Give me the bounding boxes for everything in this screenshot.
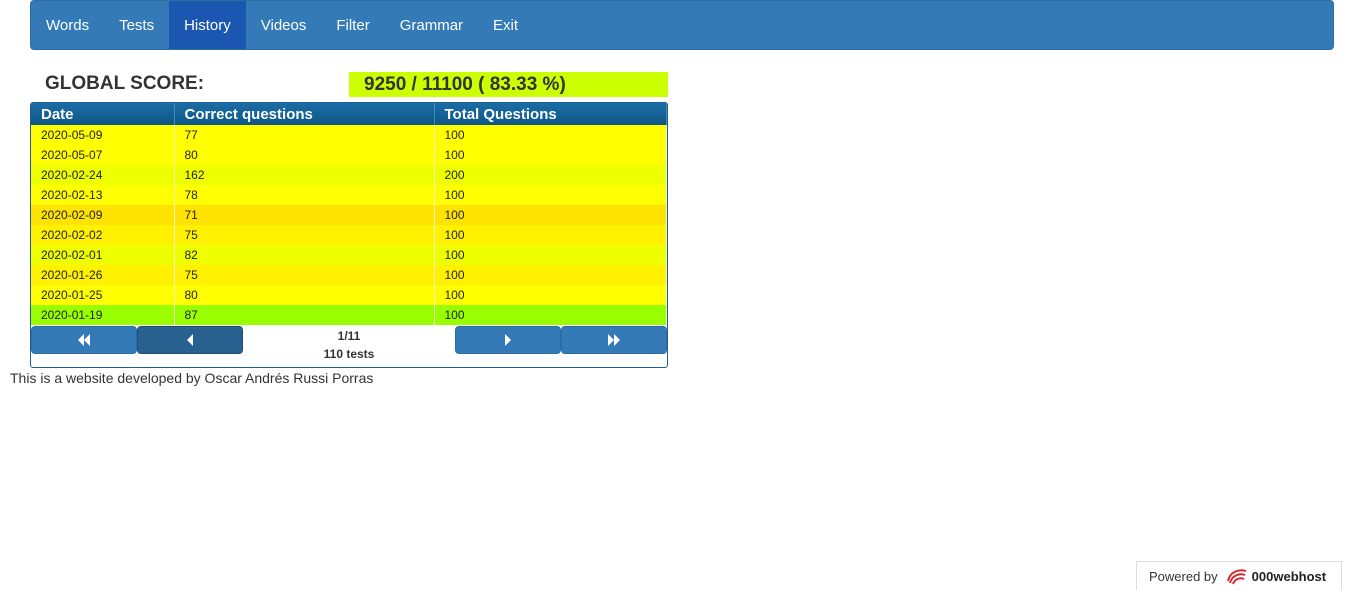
column-header-total[interactable]: Total Questions [434, 103, 667, 125]
cell-date: 2020-01-19 [31, 305, 175, 325]
page-indicator: 1/11 [337, 329, 361, 343]
cell-correct: 71 [174, 205, 435, 225]
test-count: 110 tests [323, 347, 375, 361]
cell-total: 100 [434, 305, 667, 325]
prev-page-button[interactable] [137, 326, 243, 354]
cell-total: 100 [434, 285, 667, 305]
nav-item-history[interactable]: History [169, 1, 246, 49]
cell-correct: 80 [174, 285, 435, 305]
table-row[interactable]: 2020-01-25 80 100 [31, 285, 667, 305]
history-grid: Date Correct questions Total Questions 2… [30, 102, 668, 368]
nav-item-words[interactable]: Words [31, 1, 104, 49]
table-row[interactable]: 2020-05-09 77 100 [31, 125, 667, 145]
cell-date: 2020-05-09 [31, 125, 175, 145]
table-row[interactable]: 2020-02-01 82 100 [31, 245, 667, 265]
column-header-date[interactable]: Date [31, 103, 175, 125]
next-page-button[interactable] [455, 326, 561, 354]
cell-correct: 78 [174, 185, 435, 205]
cell-correct: 75 [174, 225, 435, 245]
cell-correct: 87 [174, 305, 435, 325]
powered-by-prefix: Powered by [1149, 568, 1218, 584]
cell-date: 2020-02-24 [31, 165, 175, 185]
table-row[interactable]: 2020-01-26 75 100 [31, 265, 667, 285]
cell-total: 200 [434, 165, 667, 185]
nav-item-grammar[interactable]: Grammar [385, 1, 478, 49]
cell-total: 100 [434, 125, 667, 145]
pager: 1/11 110 tests [31, 325, 667, 367]
cell-date: 2020-02-01 [31, 245, 175, 265]
cell-date: 2020-02-02 [31, 225, 175, 245]
cell-correct: 77 [174, 125, 435, 145]
table-row[interactable]: 2020-02-09 71 100 [31, 205, 667, 225]
table-row[interactable]: 2020-01-19 87 100 [31, 305, 667, 325]
cell-correct: 80 [174, 145, 435, 165]
table-row[interactable]: 2020-02-24 162 200 [31, 165, 667, 185]
cell-total: 100 [434, 245, 667, 265]
cell-correct: 162 [174, 165, 435, 185]
cell-date: 2020-01-25 [31, 285, 175, 305]
column-header-correct[interactable]: Correct questions [174, 103, 435, 125]
table-row[interactable]: 2020-02-13 78 100 [31, 185, 667, 205]
navbar: Words Tests History Videos Filter Gramma… [30, 0, 1334, 50]
double-chevron-left-icon [78, 334, 90, 346]
nav-item-exit[interactable]: Exit [478, 1, 533, 49]
cell-total: 100 [434, 145, 667, 165]
cell-date: 2020-05-07 [31, 145, 175, 165]
table-row[interactable]: 2020-02-02 75 100 [31, 225, 667, 245]
first-page-button[interactable] [31, 326, 137, 354]
cell-total: 100 [434, 185, 667, 205]
cell-correct: 82 [174, 245, 435, 265]
nav-item-videos[interactable]: Videos [246, 1, 322, 49]
nav-item-tests[interactable]: Tests [104, 1, 169, 49]
nav-item-filter[interactable]: Filter [321, 1, 384, 49]
chevron-left-icon [187, 334, 193, 346]
history-table: Date Correct questions Total Questions 2… [31, 103, 667, 325]
table-row[interactable]: 2020-05-07 80 100 [31, 145, 667, 165]
powered-by-badge[interactable]: Powered by 000webhost [1136, 561, 1342, 590]
table-header-row: Date Correct questions Total Questions [31, 103, 667, 125]
cell-total: 100 [434, 205, 667, 225]
cell-correct: 75 [174, 265, 435, 285]
cell-date: 2020-02-13 [31, 185, 175, 205]
cell-total: 100 [434, 265, 667, 285]
footer-credit: This is a website developed by Oscar And… [10, 370, 374, 386]
double-chevron-right-icon [608, 334, 620, 346]
cell-total: 100 [434, 225, 667, 245]
cell-date: 2020-01-26 [31, 265, 175, 285]
pager-info: 1/11 110 tests [243, 327, 455, 363]
cell-date: 2020-02-09 [31, 205, 175, 225]
global-score-value: 9250 / 11100 ( 83.33 %) [349, 72, 668, 97]
last-page-button[interactable] [561, 326, 667, 354]
chevron-right-icon [505, 334, 511, 346]
powered-by-brand: 000webhost [1251, 568, 1327, 584]
webhost-logo-icon [1226, 569, 1246, 585]
global-score-label: GLOBAL SCORE: [45, 73, 205, 94]
